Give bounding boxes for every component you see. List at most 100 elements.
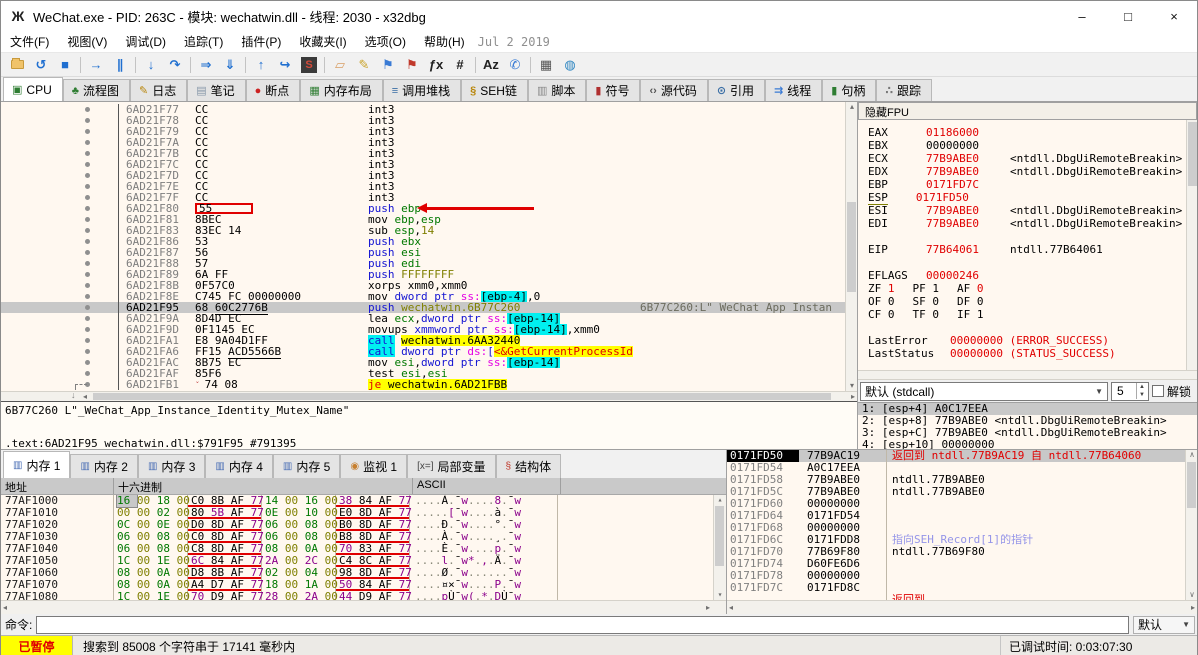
breakpoint-dot-icon[interactable] [85,162,90,167]
comment-icon[interactable]: ✎ [352,55,376,75]
breakpoint-dot-icon[interactable] [85,239,90,244]
breakpoint-dot-icon[interactable] [85,195,90,200]
scroll-left-icon[interactable]: ◂ [729,603,733,613]
dump-tab-内存 1[interactable]: ▥ 内存 1 [3,451,71,478]
menu-item[interactable]: 调试(D) [116,31,175,52]
breakpoint-dot-icon[interactable] [85,349,90,354]
disassembly-vscrollbar[interactable]: ▴ ▾ [845,102,857,391]
scroll-right-icon[interactable]: ▸ [706,603,710,613]
scroll-left-icon[interactable]: ◂ [83,392,87,402]
dump-tab-监视 1[interactable]: ◉ 监视 1 [340,454,408,478]
register-row[interactable] [868,360,1197,370]
stack-row[interactable]: 0171FD74 D60FE6D6 [727,558,1197,570]
register-row[interactable]: ESP 0171FD50 [868,191,1197,205]
breakpoint-gutter[interactable] [1,335,119,346]
breakpoint-dot-icon[interactable] [85,129,90,134]
register-row[interactable] [868,321,1197,334]
dump-tab-内存 5[interactable]: ▥ 内存 5 [272,454,341,478]
stack-row[interactable]: 0171FD5C 77B9ABE0 ntdll.77B9ABE0 [727,486,1197,498]
breakpoint-gutter[interactable] [1,137,119,148]
tab-断点[interactable]: ● 断点 [245,79,301,101]
disasm-row[interactable]: 6AD21FB1 ˇ 74 08 je wechatwin.6AD21FBB [1,379,857,390]
register-row[interactable]: EIP 77B64061 ntdll.77B64061 [868,243,1197,256]
register-row[interactable]: EDX 77B9ABE0 <ntdll.DbgUiRemoteBreakin> [868,165,1197,178]
dump-vscrollbar[interactable]: ▴ ▾ [713,495,726,600]
registers-vscrollbar[interactable] [1186,120,1197,370]
scroll-up-icon[interactable]: ▴ [714,495,726,505]
phone-icon[interactable]: ✆ [503,55,527,75]
register-row[interactable]: EDI 77B9ABE0 <ntdll.DbgUiRemoteBreakin> [868,217,1197,230]
register-row[interactable] [868,230,1197,243]
breakpoint-dot-icon[interactable] [85,283,90,288]
breakpoint-gutter[interactable] [1,291,119,302]
breakpoint-dot-icon[interactable] [85,107,90,112]
register-row[interactable]: EAX 01186000 [868,126,1197,139]
run-to-user-code-icon[interactable]: ↪ [273,55,297,75]
stack-row[interactable]: 0171FD68 00000000 [727,522,1197,534]
breakpoint-gutter[interactable] [1,269,119,280]
function-icon[interactable]: ƒx [424,55,448,75]
breakpoint-gutter[interactable] [1,203,119,214]
tab-笔记[interactable]: ▤ 笔记 [187,79,246,101]
tab-CPU[interactable]: ▣ CPU [3,77,63,101]
globe-icon[interactable]: ◍ [558,55,582,75]
breakpoint-dot-icon[interactable] [85,217,90,222]
spinner-buttons[interactable]: ▲ ▼ [1135,382,1147,399]
calling-convention-combo[interactable]: 默认 (stdcall) ▼ [860,381,1108,401]
scylla-icon[interactable]: S [297,55,321,75]
scroll-up-icon[interactable]: ∧ [1186,450,1197,460]
tab-流程图[interactable]: ♣ 流程图 [62,79,130,101]
stop-icon[interactable]: ■ [53,55,77,75]
execute-till-return-icon[interactable]: ↑ [249,55,273,75]
tab-源代码[interactable]: ‹› 源代码 [640,79,708,101]
dump-tab-内存 3[interactable]: ▥ 内存 3 [137,454,206,478]
tab-线程[interactable]: ⇉ 线程 [765,79,823,101]
registers-view[interactable]: EAX 01186000 EBX 00000000 ECX 77B9ABE0 <ntdll.… [858,120,1197,370]
scroll-left-icon[interactable]: ◂ [3,603,7,613]
disassembly-hscrollbar[interactable]: ↓ ◂ ▸ [1,390,857,402]
call-argument-row[interactable]: 4: [esp+10] 00000000 [858,439,1197,450]
breakpoint-gutter[interactable] [1,357,119,368]
register-row[interactable]: ESI 77B9ABE0 <ntdll.DbgUiRemoteBreakin> [868,204,1197,217]
breakpoint-gutter[interactable] [1,181,119,192]
step-over-icon[interactable]: ↷ [163,55,187,75]
command-mode-combo[interactable]: 默认 ▼ [1133,615,1195,634]
breakpoint-gutter[interactable] [1,115,119,126]
tab-内存布局[interactable]: ▦ 内存布局 [300,79,383,101]
dump-tab-局部变量[interactable]: [x=] 局部变量 [407,454,496,478]
breakpoint-gutter[interactable] [1,148,119,159]
breakpoint-gutter[interactable] [1,368,119,379]
scroll-down-icon[interactable]: ▾ [846,381,857,391]
breakpoint-gutter[interactable] [1,302,119,313]
tab-日志[interactable]: ✎ 日志 [129,79,188,101]
menu-item[interactable]: 视图(V) [58,31,116,52]
maximize-button[interactable]: □ [1105,1,1151,31]
scroll-right-icon[interactable]: ▸ [851,392,855,402]
breakpoint-gutter[interactable] [1,159,119,170]
breakpoint-gutter[interactable] [1,225,119,236]
register-row[interactable]: CF 0 TF 0 IF 1 [868,308,1197,321]
open-file-icon[interactable] [5,55,29,75]
register-row[interactable] [868,256,1197,269]
strings-icon[interactable]: Aᴢ [479,55,503,75]
step-into-icon[interactable]: ↓ [139,55,163,75]
hash-icon[interactable]: # [448,55,472,75]
breakpoint-gutter[interactable] [1,170,119,181]
close-button[interactable]: × [1151,1,1197,31]
breakpoint-dot-icon[interactable] [85,272,90,277]
breakpoint-dot-icon[interactable] [85,327,90,332]
dump-tab-结构体[interactable]: § 结构体 [495,454,562,478]
breakpoint-gutter[interactable] [1,346,119,357]
breakpoint-dot-icon[interactable] [85,184,90,189]
breakpoint-dot-icon[interactable] [85,294,90,299]
menu-item[interactable]: 帮助(H) [415,31,474,52]
patch-icon[interactable]: ▱ [328,55,352,75]
stack-row[interactable]: 0171FD6C 0171FDD8 指向SEH_Record[1]的指针 [727,534,1197,546]
stack-hscrollbar[interactable]: ◂ ▸ [727,600,1197,614]
step-out-icon[interactable]: ⇓ [218,55,242,75]
breakpoint-gutter[interactable] [1,214,119,225]
breakpoint-gutter[interactable] [1,258,119,269]
register-row[interactable]: EBX 00000000 [868,139,1197,152]
dump-hscrollbar[interactable]: ◂ ▸ [1,600,726,614]
breakpoint-dot-icon[interactable] [85,151,90,156]
